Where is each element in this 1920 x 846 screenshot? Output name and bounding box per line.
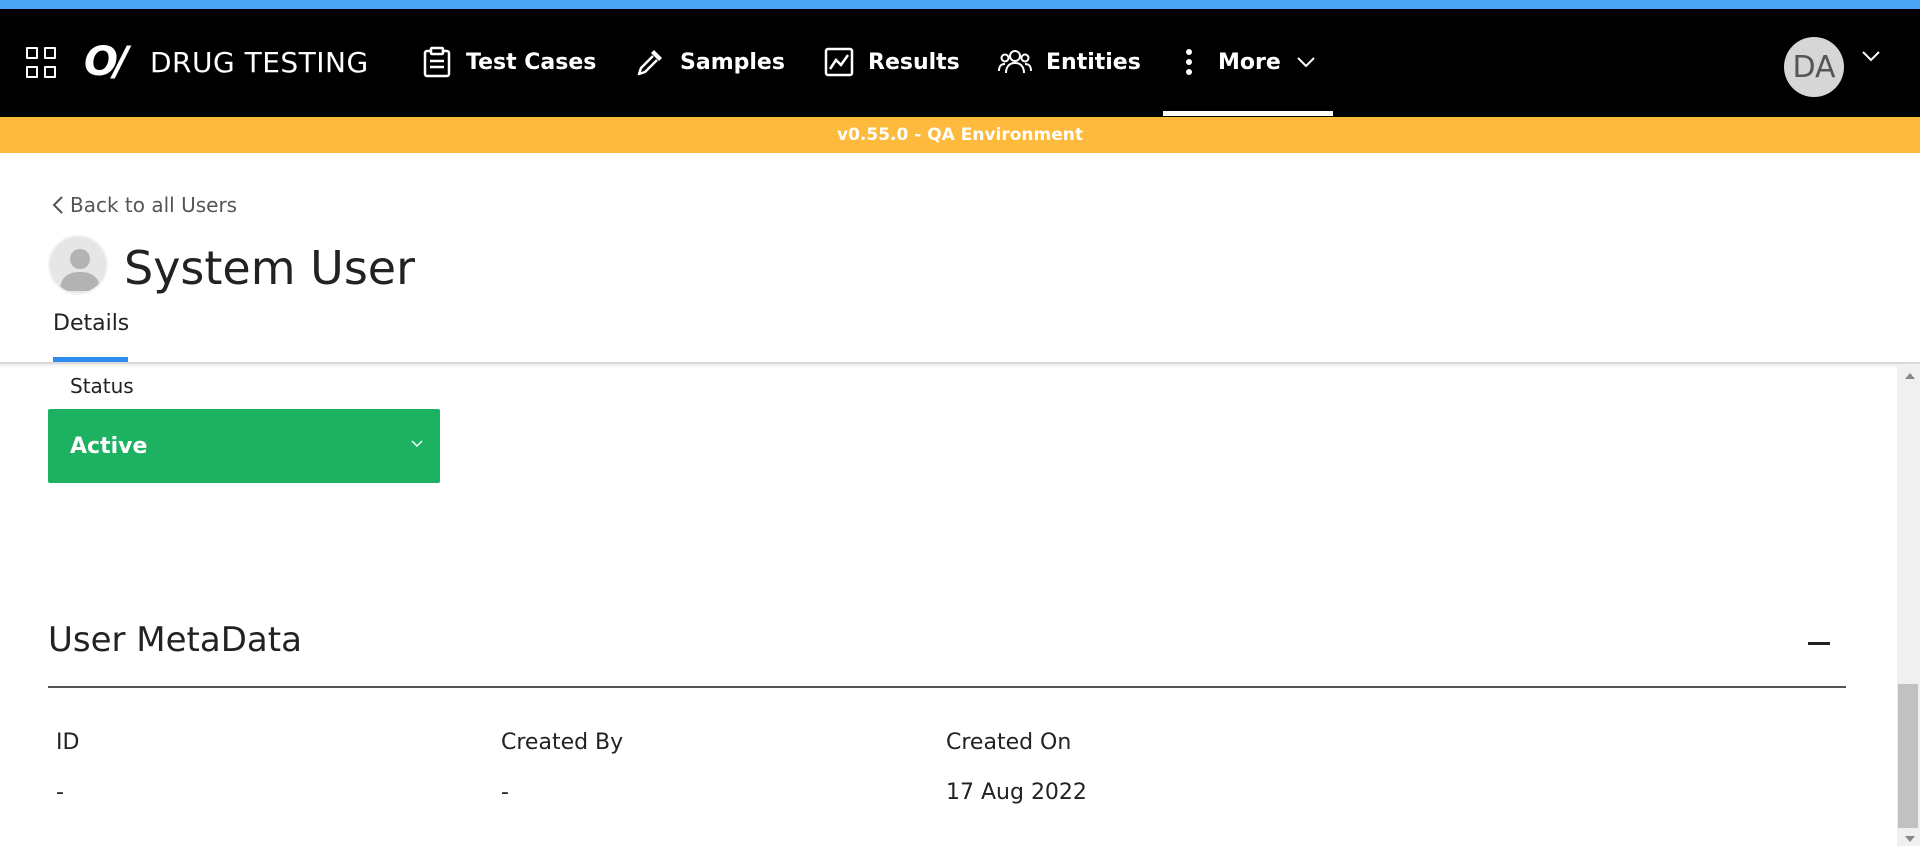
status-select[interactable]: Active (48, 409, 440, 483)
meta-id-label: ID (56, 730, 80, 755)
pipette-icon (637, 50, 662, 76)
nav-item-samples[interactable]: Samples (634, 37, 785, 87)
minus-icon (1808, 642, 1830, 645)
active-tab-indicator (53, 357, 128, 362)
app-logo[interactable]: O/ DRUG TESTING (84, 39, 369, 85)
nav-item-more[interactable]: More (1184, 37, 1317, 87)
scroll-up-arrow-icon[interactable] (1905, 373, 1915, 379)
nav-item-label: Test Cases (466, 49, 597, 75)
collapse-section-button[interactable] (1808, 630, 1834, 656)
nav-item-label: Results (868, 49, 960, 75)
nav-item-label: Entities (1046, 49, 1141, 75)
app-grid-icon[interactable] (26, 47, 58, 79)
chevron-down-icon (1297, 57, 1315, 68)
page-title: System User (124, 241, 416, 295)
chevron-left-icon (52, 196, 63, 214)
page-header: Back to all Users System User Details (0, 153, 1920, 364)
section-title: User MetaData (48, 620, 302, 660)
nav-item-test-cases[interactable]: Test Cases (422, 37, 596, 87)
section-divider (48, 686, 1846, 688)
back-link[interactable]: Back to all Users (52, 193, 237, 217)
back-link-label: Back to all Users (70, 193, 238, 217)
meta-created-by-label: Created By (501, 730, 624, 755)
app-name: DRUG TESTING (150, 45, 369, 79)
nav-item-label: Samples (680, 49, 785, 75)
top-navbar: O/ DRUG TESTING Test Cases Samples Resul… (0, 9, 1920, 117)
meta-created-on-label: Created On (946, 730, 1072, 755)
top-accent-strip (0, 0, 1920, 9)
more-vertical-icon (1186, 49, 1192, 75)
meta-created-on-value: 17 Aug 2022 (946, 780, 1087, 805)
nav-item-label: More (1218, 49, 1281, 75)
active-nav-indicator (1163, 111, 1333, 116)
people-icon (998, 50, 1032, 74)
clipboard-icon (423, 46, 451, 78)
chevron-down-icon (411, 440, 423, 448)
tab-details[interactable]: Details (53, 311, 129, 336)
meta-created-by-value: - (501, 780, 509, 805)
status-select-value: Active (70, 433, 148, 459)
environment-banner: v0.55.0 - QA Environment (0, 117, 1920, 153)
user-avatar-placeholder-icon (48, 235, 108, 295)
scrollbar-thumb[interactable] (1898, 684, 1918, 828)
logo-mark: O/ (84, 39, 129, 85)
meta-id-value: - (56, 780, 64, 805)
nav-item-results[interactable]: Results (824, 37, 960, 87)
scroll-down-arrow-icon[interactable] (1905, 836, 1915, 842)
user-avatar[interactable]: DA (1784, 37, 1844, 97)
status-label: Status (70, 374, 134, 398)
chart-line-icon (824, 47, 854, 77)
nav-item-entities[interactable]: Entities (998, 37, 1141, 87)
chevron-down-icon[interactable] (1860, 49, 1882, 63)
